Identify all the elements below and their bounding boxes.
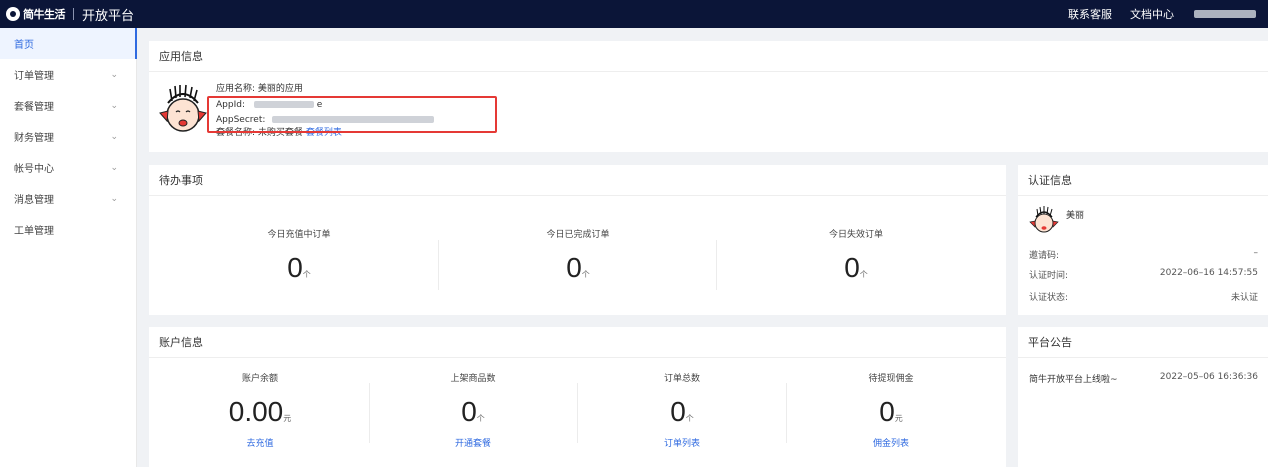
cert-row-label: 邀请码: [1029,251,1060,261]
contact-support-link[interactable]: 联系客服 [1068,6,1112,22]
stat-pending-commission: 待提现佣金 0元 佣金列表 [791,371,991,449]
order-list-link[interactable]: 订单列表 [582,436,782,449]
user-avatar-icon [1029,206,1059,233]
stat-label: 今日失效订单 [828,230,883,240]
stat-label: 今日已完成订单 [546,230,610,240]
app-name-label: 应用名称: [216,84,256,94]
sidebar-item-tickets[interactable]: 工单管理 [0,214,136,245]
cert-row-label: 认证状态: [1029,293,1069,303]
pending-tasks-title: 待办事项 [149,165,1006,196]
brand-logo[interactable]: 简牛生活 [6,6,66,22]
brand-logo-text: 简牛生活 [23,8,66,21]
sidebar-item-label: 套餐管理 [14,102,54,113]
cert-row-value: – [1253,248,1259,258]
stat-label: 上架商品数 [450,374,496,384]
stat-expired-orders: 今日失效订单 0个 [756,227,956,284]
sidebar-item-messages[interactable]: 消息管理 ⌄ [0,183,136,214]
stat-account-balance: 账户余额 0.00元 去充值 [160,371,360,449]
recharge-link[interactable]: 去充值 [160,436,360,449]
notice-text: 简牛开放平台上线啦~ [1029,375,1118,385]
column-divider [369,383,370,443]
brand-logo-icon [6,7,20,21]
sidebar-item-label: 消息管理 [14,195,54,206]
docs-center-link[interactable]: 文档中心 [1130,6,1174,22]
cert-status-row: 认证状态: 未认证 [1029,290,1258,303]
chevron-down-icon: ⌄ [110,131,118,142]
account-info-title: 账户信息 [149,327,1006,358]
stat-completed-orders: 今日已完成订单 0个 [478,227,678,284]
platform-notice-card: 平台公告 [1018,327,1268,467]
credentials-highlight-box [207,96,497,133]
stat-unit: 个 [685,414,694,423]
cert-invite-code-row: 邀请码: – [1029,248,1258,261]
sidebar-item-label: 财务管理 [14,133,54,144]
column-divider [716,240,717,290]
app-name-value: 美丽的应用 [257,84,303,94]
stat-unit: 元 [894,414,903,423]
sidebar-item-orders[interactable]: 订单管理 ⌄ [0,59,136,90]
sidebar-item-account-center[interactable]: 帐号中心 ⌄ [0,152,136,183]
sidebar-item-home[interactable]: 首页 [0,28,137,59]
column-divider [577,383,578,443]
stat-unit: 个 [581,270,590,279]
stat-label: 账户余额 [241,374,278,384]
stat-value: 0元 [879,396,903,427]
open-package-link[interactable]: 开通套餐 [373,436,573,449]
app-avatar-icon [159,84,207,132]
sidebar-item-label: 订单管理 [14,71,54,82]
column-divider [786,383,787,443]
cert-row-value: 2022–06–16 14:57:55 [1159,268,1258,278]
top-right-links: 联系客服 文档中心 [1068,6,1268,22]
logo-divider [73,8,74,20]
sidebar-item-finance[interactable]: 财务管理 ⌄ [0,121,136,152]
stat-listed-products: 上架商品数 0个 开通套餐 [373,371,573,449]
certification-title: 认证信息 [1018,165,1268,196]
stat-unit: 个 [476,414,485,423]
stat-label: 待提现佣金 [868,374,914,384]
stat-label: 今日充值中订单 [267,230,331,240]
sidebar-item-label: 首页 [14,40,34,51]
stat-value: 0个 [566,252,590,283]
stat-total-orders: 订单总数 0个 订单列表 [582,371,782,449]
stat-unit: 个 [859,270,868,279]
sidebar-item-packages[interactable]: 套餐管理 ⌄ [0,90,136,121]
stat-value: 0.00元 [228,396,292,427]
chevron-down-icon: ⌄ [110,69,118,80]
sidebar-item-label: 帐号中心 [14,164,54,175]
column-divider [438,240,439,290]
stat-unit: 元 [283,414,292,423]
cert-row-label: 认证时间: [1029,271,1069,281]
chevron-down-icon: ⌄ [110,162,118,173]
platform-notice-title: 平台公告 [1018,327,1268,358]
platform-title: 开放平台 [82,8,135,24]
stat-value: 0个 [287,252,311,283]
stat-value: 0个 [844,252,868,283]
cert-status-link[interactable]: 未认证 [1231,290,1258,303]
cert-time-row: 认证时间: 2022–06–16 14:57:55 [1029,268,1258,281]
notice-date: 2022–05–06 16:36:36 [1159,372,1258,382]
stat-value: 0个 [461,396,485,427]
app-info-title: 应用信息 [149,41,1268,72]
stat-recharging-orders: 今日充值中订单 0个 [199,227,399,284]
sidebar: 首页 订单管理 ⌄ 套餐管理 ⌄ 财务管理 ⌄ 帐号中心 ⌄ 消息管理 ⌄ 工单… [0,28,137,467]
commission-list-link[interactable]: 佣金列表 [791,436,991,449]
sidebar-item-label: 工单管理 [14,226,54,237]
chevron-down-icon: ⌄ [110,100,118,111]
stat-value: 0个 [670,396,694,427]
stat-label: 订单总数 [663,374,700,384]
cert-user-name: 美丽 [1066,211,1085,221]
notice-item[interactable]: 简牛开放平台上线啦~ 2022–05–06 16:36:36 [1029,372,1258,385]
chevron-down-icon: ⌄ [110,193,118,204]
top-navigation-bar: 简牛生活 开放平台 联系客服 文档中心 [0,0,1268,28]
user-account-menu[interactable] [1194,10,1256,18]
stat-unit: 个 [302,270,311,279]
